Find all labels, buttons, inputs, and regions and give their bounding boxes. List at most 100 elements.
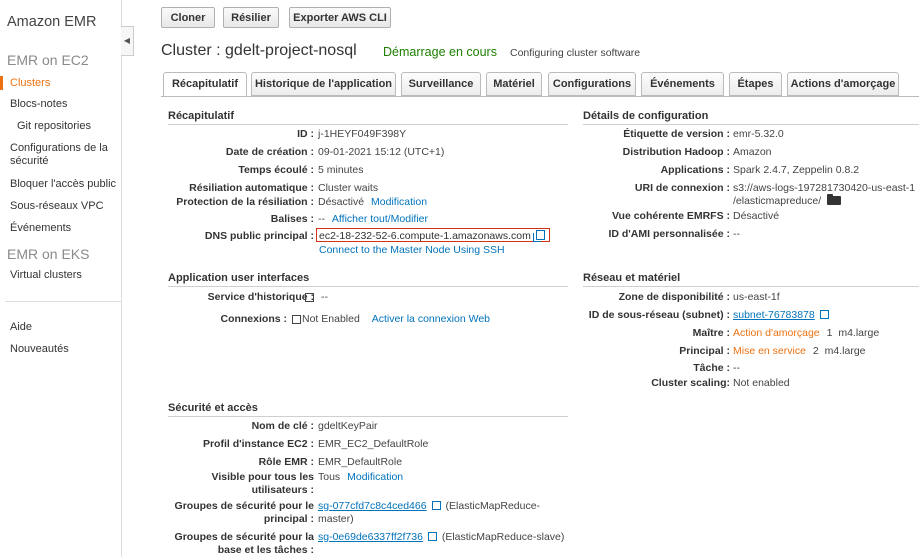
release-label-value: emr-5.32.0 [733, 128, 784, 140]
enable-web-connection-link[interactable]: Activer la connexion Web [372, 313, 490, 325]
master-label: Maître : [692, 327, 730, 339]
copy-icon[interactable] [532, 230, 545, 242]
tab-steps[interactable]: Étapes [729, 72, 782, 96]
elapsed-time-value: 5 minutes [318, 164, 364, 176]
slave-sg-link[interactable]: sg-0e69de6337ff2f736 [318, 531, 423, 543]
log-uri-line2: /elasticmapreduce/ [733, 194, 842, 208]
clone-button[interactable]: Cloner [161, 7, 215, 28]
sidebar-item-events[interactable]: Événements [10, 222, 118, 235]
core-instance-type: m4.large [824, 345, 866, 357]
config-section-title: Détails de configuration [583, 110, 709, 122]
export-cli-button[interactable]: Exporter AWS CLI [289, 7, 391, 28]
cluster-scaling-value: Not enabled [733, 377, 790, 389]
applications-label: Applications : [660, 164, 730, 176]
security-divider [168, 416, 568, 417]
sidebar-title[interactable]: Amazon EMR [7, 14, 96, 30]
task-label: Tâche : [693, 362, 730, 374]
sidebar-item-virtual-clusters[interactable]: Virtual clusters [10, 269, 118, 282]
tags-value: -- Afficher tout/Modifier [318, 213, 428, 226]
tab-hardware[interactable]: Matériel [486, 72, 542, 96]
app-ui-section-title: Application user interfaces [168, 272, 310, 284]
tab-summary[interactable]: Récapitulatif [163, 72, 247, 97]
core-count: 2 [812, 345, 819, 357]
visible-to-all-label-line2: utilisateurs : [251, 484, 314, 496]
sidebar-item-help[interactable]: Aide [10, 321, 118, 334]
master-sg-label-line1: Groupes de sécurité pour le [174, 500, 314, 512]
slave-sg-label-line2: base et les tâches : [217, 544, 314, 556]
master-count: 1 [826, 327, 833, 339]
sidebar-item-git-repositories[interactable]: Git repositories [17, 120, 125, 133]
external-link-icon[interactable] [305, 293, 314, 302]
hadoop-distribution-label: Distribution Hadoop : [622, 146, 730, 158]
folder-icon[interactable] [827, 194, 842, 205]
key-name-label: Nom de clé : [251, 420, 314, 432]
tags-empty: -- [318, 213, 325, 225]
tags-view-edit-link[interactable]: Afficher tout/Modifier [332, 213, 428, 225]
log-uri-line1: s3://aws-logs-197281730420-us-east-1 [733, 182, 916, 194]
task-value: -- [733, 362, 740, 374]
hadoop-distribution-value: Amazon [733, 146, 772, 158]
emr-role-label: Rôle EMR : [258, 456, 314, 468]
master-value: Action d'amorçage 1 m4.large [733, 327, 879, 340]
tab-events[interactable]: Événements [641, 72, 724, 96]
tab-monitoring[interactable]: Surveillance [401, 72, 481, 96]
release-label-label: Étiquette de version : [623, 128, 730, 140]
external-link-icon[interactable] [819, 310, 829, 319]
tabs-baseline [161, 96, 919, 97]
tab-configurations[interactable]: Configurations [548, 72, 636, 96]
master-instance-type: m4.large [838, 327, 880, 339]
sidebar: Amazon EMR EMR on EC2 Clusters Blocs-not… [0, 0, 121, 557]
sidebar-item-whats-new[interactable]: Nouveautés [10, 343, 118, 356]
tab-bootstrap-actions[interactable]: Actions d'amorçage [787, 72, 899, 96]
sidebar-border [121, 0, 122, 557]
sidebar-item-vpc-subnets[interactable]: Sous-réseaux VPC [10, 200, 118, 213]
history-server-label: Service d'historique : [208, 291, 314, 304]
instance-profile-label: Profil d'instance EC2 : [202, 438, 314, 450]
cluster-status-detail: Configuring cluster software [510, 47, 641, 59]
custom-ami-label: ID d'AMI personnalisée : [608, 228, 730, 240]
sidebar-item-block-public-access[interactable]: Bloquer l'accès public [10, 178, 118, 191]
master-sg-desc: (ElasticMapReduce- [445, 500, 541, 512]
master-sg-value: sg-077cfd7c8c4ced466 (ElasticMapReduce- [318, 500, 540, 513]
key-name-value: gdeltKeyPair [318, 420, 378, 432]
external-link-icon[interactable] [292, 315, 301, 324]
emrfs-value: Désactivé [733, 210, 780, 222]
creation-date-value: 09-01-2021 15:12 (UTC+1) [318, 146, 445, 158]
core-label: Principal : [679, 345, 730, 357]
subnet-id-value: subnet-76783878 [733, 309, 831, 322]
master-status: Action d'amorçage [733, 327, 820, 339]
visible-to-all-status: Tous [318, 471, 341, 483]
instance-profile-value: EMR_EC2_DefaultRole [318, 438, 429, 450]
custom-ami-value: -- [733, 228, 740, 240]
master-sg-label-line2: principal : [263, 513, 314, 525]
history-server-label-text: Service d'historique : [207, 291, 314, 303]
external-link-icon[interactable] [431, 501, 441, 510]
core-value: Mise en service 2 m4.large [733, 345, 866, 358]
terminate-button[interactable]: Résilier [223, 7, 279, 28]
app-ui-divider [168, 286, 568, 287]
emrfs-label: Vue cohérente EMRFS : [611, 210, 730, 222]
network-section-title: Réseau et matériel [583, 272, 681, 284]
connections-label: Connexions : [220, 313, 287, 325]
tab-application-history[interactable]: Historique de l'application [251, 72, 396, 96]
external-link-icon[interactable] [427, 532, 437, 541]
master-sg-link[interactable]: sg-077cfd7c8c4ced466 [318, 500, 427, 512]
subnet-link[interactable]: subnet-76783878 [733, 309, 815, 321]
visible-to-all-edit-link[interactable]: Modification [347, 471, 403, 483]
termination-protection-value: Désactivé Modification [318, 196, 427, 209]
public-dns-text[interactable]: ec2-18-232-52-6.compute-1.amazonaws.com [319, 230, 531, 242]
cluster-scaling-label: Cluster scaling: [651, 377, 730, 389]
ssh-connect-link[interactable]: Connect to the Master Node Using SSH [319, 244, 505, 257]
core-status: Mise en service [733, 345, 806, 357]
sidebar-item-clusters[interactable]: Clusters [10, 77, 118, 90]
cluster-id-value: j-1HEYF049F398Y [318, 128, 407, 140]
sidebar-item-notebooks[interactable]: Blocs-notes [10, 98, 118, 111]
cluster-id-label: ID : [297, 128, 314, 140]
termination-protection-edit-link[interactable]: Modification [371, 196, 427, 208]
cluster-status: Démarrage en cours [383, 45, 497, 59]
collapse-sidebar-icon[interactable]: ◀ [121, 26, 134, 56]
public-dns-value: ec2-18-232-52-6.compute-1.amazonaws.com [319, 230, 545, 243]
auto-termination-value: Cluster waits [318, 182, 379, 194]
slave-sg-desc: (ElasticMapReduce-slave) [441, 531, 565, 543]
sidebar-item-security-configurations[interactable]: Configurations de la sécurité [10, 142, 118, 168]
